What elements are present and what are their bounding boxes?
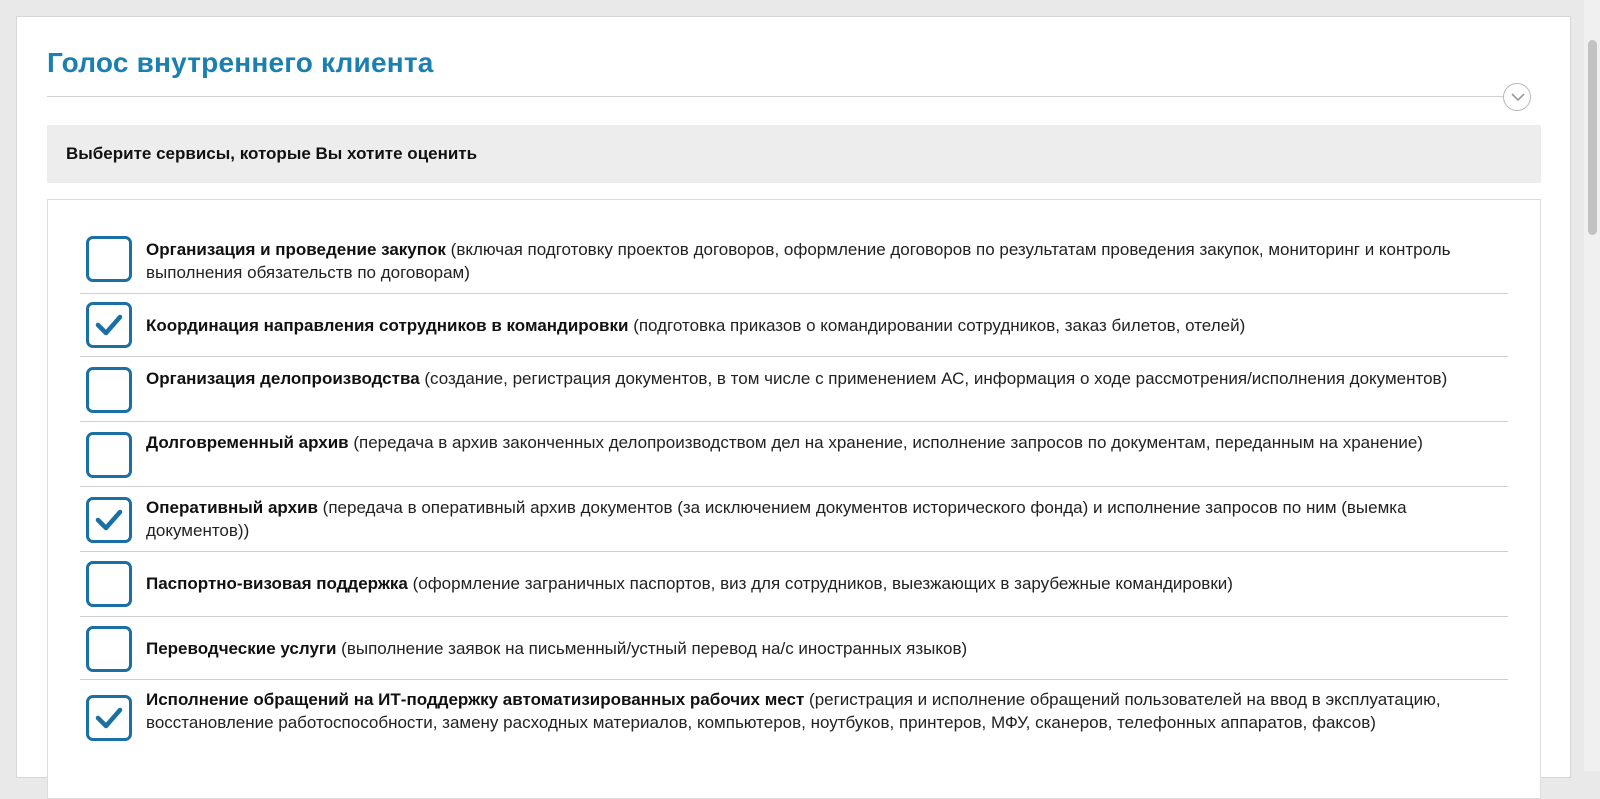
service-description: (выполнение заявок на письменный/устный … xyxy=(336,639,968,658)
service-checkbox[interactable] xyxy=(86,497,132,543)
service-checkbox[interactable] xyxy=(86,695,132,741)
survey-page: Голос внутреннего клиента Выберите серви… xyxy=(16,16,1571,799)
service-name: Организация делопроизводства xyxy=(146,369,420,388)
section-header: Выберите сервисы, которые Вы хотите оцен… xyxy=(47,125,1541,183)
service-name: Переводческие услуги xyxy=(146,639,337,658)
service-checkbox[interactable] xyxy=(86,302,132,348)
page-title: Голос внутреннего клиента xyxy=(47,47,434,78)
service-name: Организация и проведение закупок xyxy=(146,240,446,259)
service-item-translation[interactable]: Переводческие услуги (выполнение заявок … xyxy=(80,617,1508,680)
service-description: (подготовка приказов о командировании со… xyxy=(628,316,1246,335)
service-item-passport-visa[interactable]: Паспортно-визовая поддержка (оформление … xyxy=(80,552,1508,617)
chevron-down-icon xyxy=(1511,93,1525,102)
services-list: Организация и проведение закупок (включа… xyxy=(47,199,1541,799)
service-description: (передача в оперативный архив документов… xyxy=(146,498,1407,540)
service-checkbox[interactable] xyxy=(86,561,132,607)
service-checkbox[interactable] xyxy=(86,236,132,282)
service-item-procurement[interactable]: Организация и проведение закупок (включа… xyxy=(80,222,1508,294)
service-item-it-support[interactable]: Исполнение обращений на ИТ-поддержку авт… xyxy=(80,680,1508,780)
checkmark-icon xyxy=(95,314,123,336)
service-item-records-management[interactable]: Организация делопроизводства (создание, … xyxy=(80,357,1508,422)
service-description: (оформление заграничных паспортов, виз д… xyxy=(407,574,1233,593)
service-name: Долговременный архив xyxy=(146,433,349,452)
service-name: Координация направления сотрудников в ко… xyxy=(146,316,629,335)
checkmark-icon xyxy=(95,509,123,531)
title-divider xyxy=(47,96,1509,97)
service-item-operational-archive[interactable]: Оперативный архив (передача в оперативны… xyxy=(80,487,1508,552)
service-name: Исполнение обращений на ИТ-поддержку авт… xyxy=(146,690,805,709)
service-item-business-trips[interactable]: Координация направления сотрудников в ко… xyxy=(80,294,1508,357)
service-description: (передача в архив законченных делопроизв… xyxy=(348,433,1423,452)
service-checkbox[interactable] xyxy=(86,432,132,478)
service-name: Оперативный архив xyxy=(146,498,318,517)
service-item-long-term-archive[interactable]: Долговременный архив (передача в архив з… xyxy=(80,422,1508,487)
checkmark-icon xyxy=(95,707,123,729)
service-checkbox[interactable] xyxy=(86,626,132,672)
service-checkbox[interactable] xyxy=(86,367,132,413)
page-scrollbar[interactable] xyxy=(1584,0,1600,771)
section-header-label: Выберите сервисы, которые Вы хотите оцен… xyxy=(66,144,478,163)
scrollbar-thumb[interactable] xyxy=(1588,40,1597,235)
service-description: (создание, регистрация документов, в том… xyxy=(419,369,1448,388)
collapse-button[interactable] xyxy=(1503,83,1531,111)
service-name: Паспортно-визовая поддержка xyxy=(146,574,408,593)
